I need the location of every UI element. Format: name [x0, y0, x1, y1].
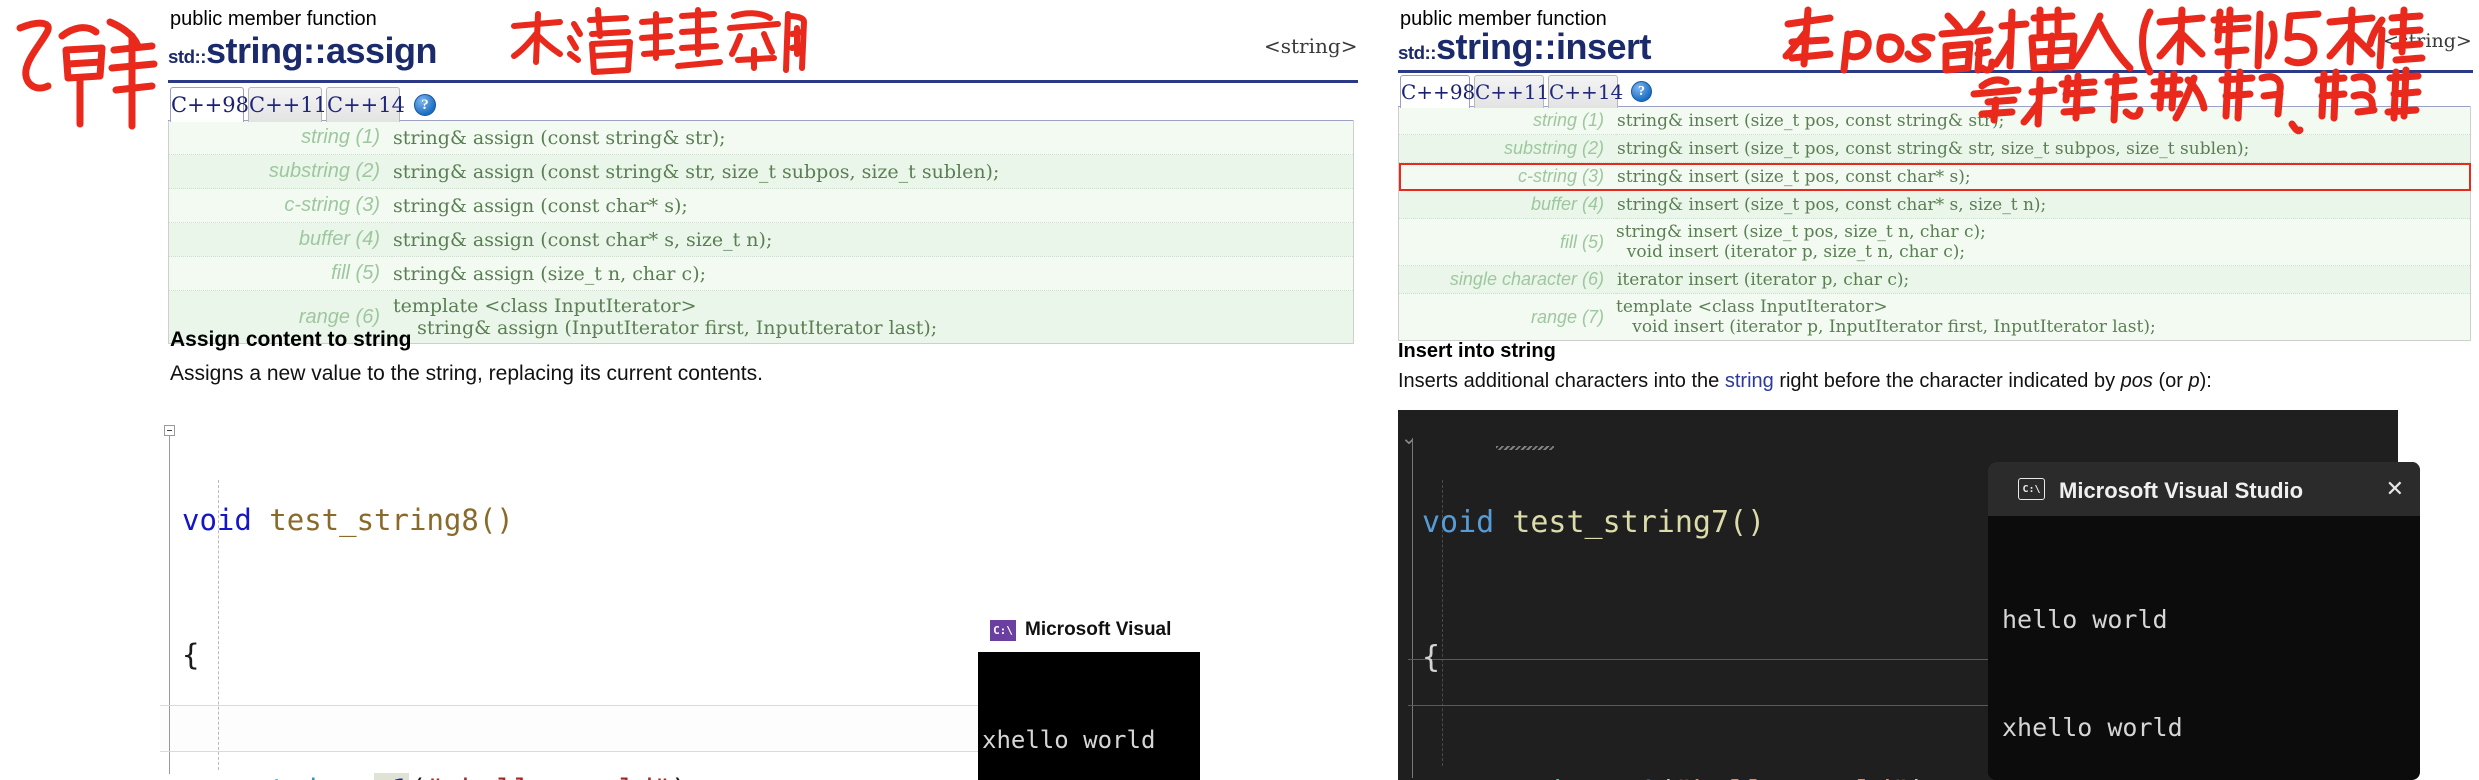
tab-cpp98[interactable]: C++98	[170, 87, 249, 122]
console-title: Microsoft Visual	[1025, 619, 1172, 640]
console-line: xhello world	[2002, 713, 2183, 742]
sig-code: string& insert (size_t pos, const string…	[1617, 138, 2250, 159]
console-line: xhello world	[982, 726, 1156, 754]
cmd-prompt-icon: C:\	[2018, 478, 2045, 500]
sig-label: c-string (3)	[284, 194, 380, 216]
title-text: string::assign	[206, 30, 438, 71]
table-row: fill (5) string& assign (size_t n, char …	[168, 257, 1354, 291]
title-divider	[168, 80, 1358, 83]
desc-part-d: ):	[2199, 370, 2212, 392]
console-output: xhello world xxxxx	[978, 652, 1200, 780]
console-line: hello world	[2002, 605, 2168, 634]
assign-signature-table: string (1) string& assign (const string&…	[168, 120, 1354, 344]
table-row: single character (6) iterator insert (it…	[1398, 265, 2471, 294]
table-row: range (7) template <class InputIterator>…	[1399, 294, 2471, 341]
brace-scope-bar	[1412, 438, 1413, 778]
console-title: Microsoft Visual Studio 调试控	[2059, 478, 2309, 503]
desc-param-pos: pos	[2120, 370, 2153, 392]
standard-tabs: C++98 C++11 C++14 ?	[170, 86, 436, 122]
sig-code: string& insert (size_t pos, const string…	[1617, 110, 2005, 131]
assign-subtitle: Assign content to string	[170, 328, 412, 351]
sig-label: substring (2)	[268, 160, 380, 182]
help-icon[interactable]: ?	[414, 94, 436, 116]
insert-doc-panel: public member function std::string::inse…	[1398, 4, 2473, 341]
doc-kind-label: public member function	[170, 8, 377, 30]
assign-doc-panel: public member function std::string::assi…	[168, 4, 1358, 344]
sig-code: string& insert (size_t pos, const char* …	[1617, 166, 1971, 187]
sig-code: string& assign (const string& str);	[393, 126, 726, 149]
sig-code: template <class InputIterator> string& a…	[393, 295, 938, 339]
tab-cpp11[interactable]: C++11	[1474, 75, 1549, 108]
right-console-window[interactable]: C:\ Microsoft Visual Studio 调试控 ✕ hello …	[1988, 462, 2420, 780]
table-row: string (1) string& insert (size_t pos, c…	[1398, 107, 2471, 135]
chevron-down-icon[interactable]: ⌄	[1401, 416, 1417, 461]
assign-description: Assigns a new value to the string, repla…	[170, 362, 763, 385]
sig-label: buffer (4)	[298, 228, 380, 250]
cmd-prompt-icon: C:\	[990, 619, 1016, 641]
standard-tabs: C++98 C++11 C++14 ?	[1400, 74, 1652, 108]
left-console-window[interactable]: C:\ Microsoft Visual xhello world xxxxx	[978, 608, 1200, 780]
insert-subtitle: Insert into string	[1398, 340, 1556, 362]
tab-cpp14[interactable]: C++14	[1548, 75, 1623, 108]
table-row: substring (2) string& assign (const stri…	[168, 154, 1354, 189]
table-row: substring (2) string& insert (size_t pos…	[1398, 134, 2471, 163]
console-output: hello world xhello world D:\应用\下载\z计算机\C…	[1988, 516, 2420, 780]
help-icon[interactable]: ?	[1631, 81, 1652, 102]
tab-cpp98[interactable]: C++98	[1400, 75, 1475, 108]
code-line[interactable]: string s1("hello world");	[1422, 770, 1946, 780]
table-row: buffer (4) string& insert (size_t pos, c…	[1398, 190, 2471, 219]
table-row: string (1) string& assign (const string&…	[168, 121, 1354, 155]
insert-signature-table: string (1) string& insert (size_t pos, c…	[1398, 106, 2471, 341]
table-row: c-string (3) string& assign (const char*…	[168, 189, 1354, 223]
sig-code: string& assign (const char* s);	[393, 194, 688, 217]
sig-label: single character (6)	[1449, 269, 1604, 289]
fold-toggle-icon[interactable]	[164, 425, 175, 436]
sig-label: buffer (4)	[1530, 194, 1604, 214]
table-row: buffer (4) string& assign (const char* s…	[168, 222, 1354, 257]
sig-label: string (1)	[1532, 110, 1604, 130]
title-divider	[1398, 70, 2473, 73]
close-icon[interactable]: ✕	[2368, 477, 2404, 502]
desc-part-b: right before the character indicated by	[1773, 370, 2121, 392]
title-text: string::insert	[1436, 26, 1652, 67]
tab-cpp14[interactable]: C++14	[326, 87, 405, 122]
desc-part-c: (or	[2152, 370, 2189, 392]
page-title: std::string::insert	[1398, 26, 1652, 68]
console-titlebar[interactable]: C:\ Microsoft Visual Studio 调试控 ✕	[1988, 462, 2420, 516]
sig-label: range (7)	[1530, 306, 1604, 327]
namespace-prefix: std::	[168, 46, 207, 67]
sig-code: string& insert (size_t pos, const char* …	[1617, 194, 2047, 215]
sig-code: iterator insert (iterator p, char c);	[1617, 269, 1910, 290]
sig-code: template <class InputIterator> void inse…	[1616, 297, 2156, 337]
include-header-label: <string>	[2383, 30, 2472, 52]
sig-code: string& assign (const string& str, size_…	[393, 160, 1000, 183]
include-header-label: <string>	[1264, 34, 1358, 58]
sig-label: string (1)	[301, 126, 380, 148]
code-line[interactable]: {	[182, 633, 706, 678]
sig-code: string& assign (const char* s, size_t n)…	[393, 228, 773, 251]
table-row-highlighted: c-string (3) string& insert (size_t pos,…	[1398, 162, 2471, 191]
string-link[interactable]: string	[1725, 370, 1774, 392]
code-line[interactable]: string s1("xhello world");	[182, 768, 706, 780]
code-line[interactable]: void test_string8()	[182, 498, 706, 543]
desc-part-a: Inserts additional characters into the	[1398, 370, 1725, 392]
desc-param-p: p	[2188, 370, 2200, 392]
table-row: fill (5) string& insert (size_t pos, siz…	[1398, 219, 2471, 266]
sig-label: fill (5)	[331, 262, 380, 284]
sig-label: substring (2)	[1503, 138, 1604, 158]
page-title: std::string::assign	[168, 30, 438, 72]
sig-label: fill (5)	[1560, 231, 1604, 252]
brace-scope-bar	[169, 436, 170, 774]
code-line[interactable]: {	[1422, 635, 1946, 680]
handwriting-left-margin-note	[6, 6, 166, 136]
screenshot-root: public member function std::string::assi…	[0, 0, 2479, 780]
sig-code: string& assign (size_t n, char c);	[393, 262, 707, 285]
namespace-prefix: std::	[1398, 42, 1437, 63]
code-line[interactable]: void test_string7()	[1422, 500, 1946, 545]
sig-label: c-string (3)	[1517, 166, 1604, 186]
tab-cpp11[interactable]: C++11	[248, 87, 327, 122]
console-titlebar[interactable]: C:\ Microsoft Visual	[978, 608, 1200, 652]
sig-code: string& insert (size_t pos, size_t n, ch…	[1616, 222, 1986, 262]
insert-description: Inserts additional characters into the s…	[1398, 370, 2212, 393]
